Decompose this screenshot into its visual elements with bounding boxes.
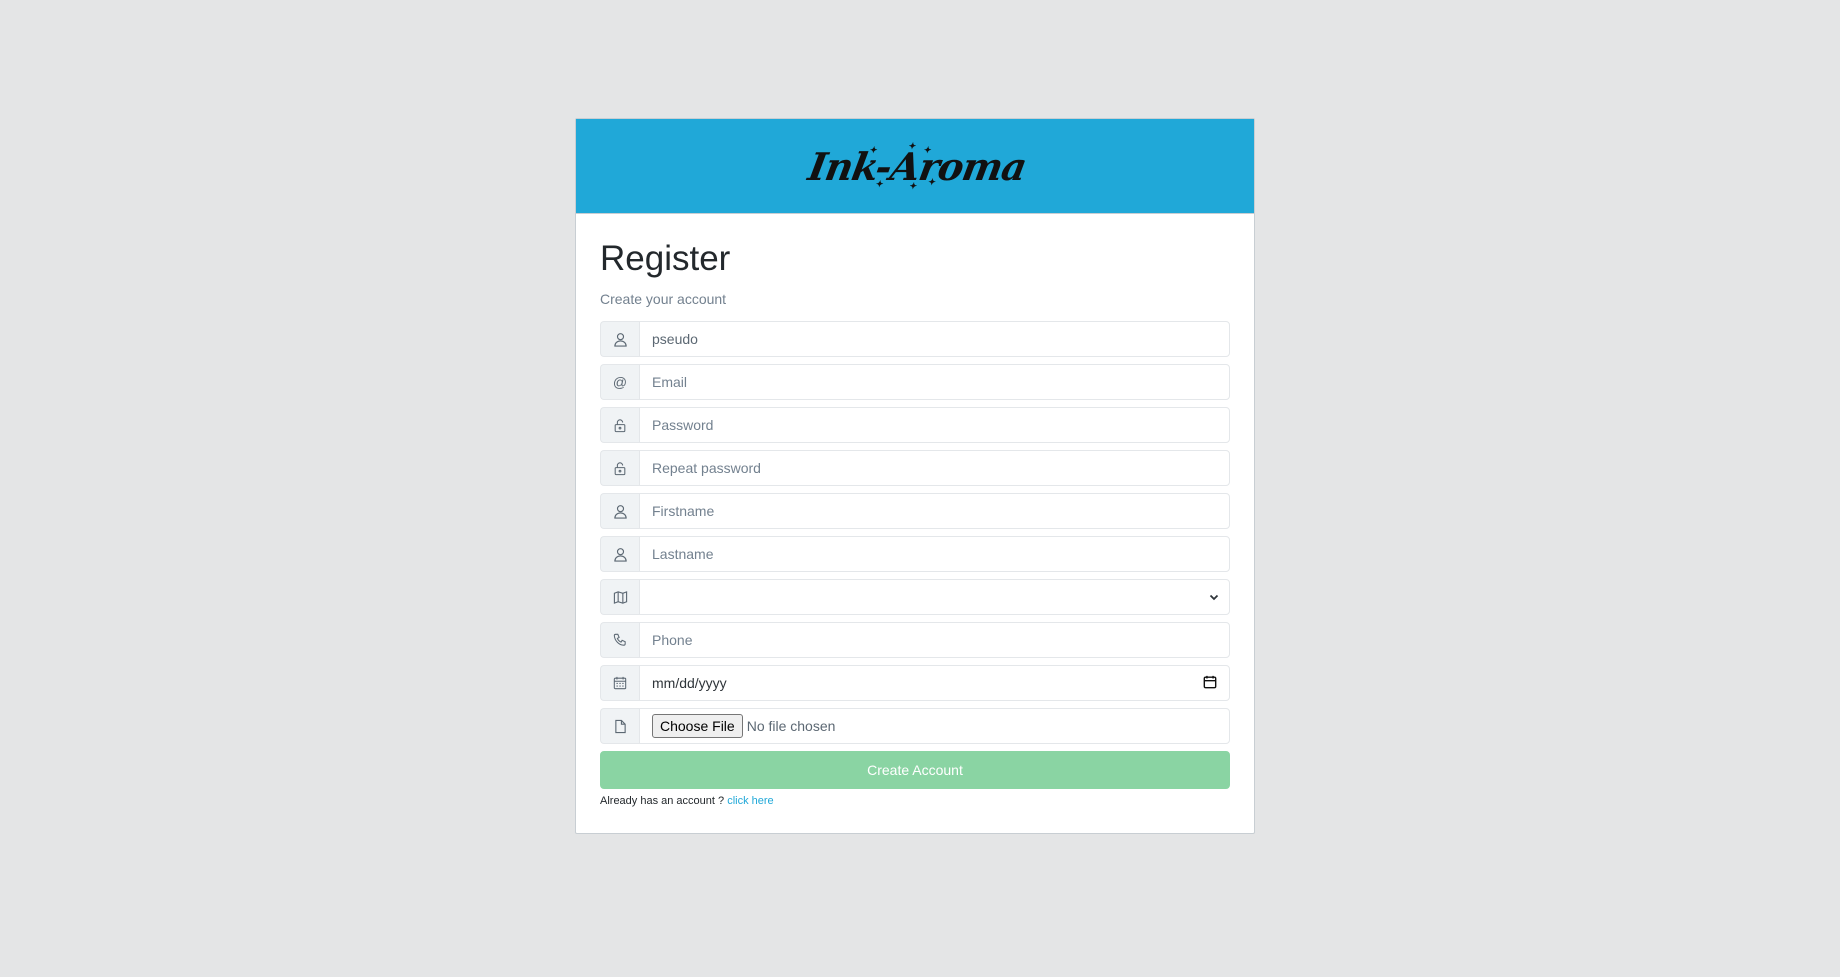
user-icon <box>600 493 639 529</box>
file-input[interactable]: Choose File No file chosen <box>639 708 1230 744</box>
firstname-row: Firstname <box>600 493 1230 529</box>
email-input[interactable]: Email <box>639 364 1230 400</box>
region-row <box>600 579 1230 615</box>
calendar-picker-icon[interactable] <box>1203 675 1217 692</box>
user-icon <box>600 321 639 357</box>
password-row: Password <box>600 407 1230 443</box>
pseudo-row: pseudo <box>600 321 1230 357</box>
page-subtitle: Create your account <box>600 291 727 307</box>
phone-icon <box>600 622 639 658</box>
login-link[interactable]: click here <box>727 795 773 807</box>
birthdate-input[interactable]: mm/dd/yyyy <box>639 665 1230 701</box>
file-icon <box>600 708 639 744</box>
pseudo-input[interactable]: pseudo <box>639 321 1230 357</box>
firstname-input[interactable]: Firstname <box>639 493 1230 529</box>
birthdate-row: mm/dd/yyyy <box>600 665 1230 701</box>
region-select[interactable] <box>639 579 1230 615</box>
calendar-icon <box>600 665 639 701</box>
lastname-row: Lastname <box>600 536 1230 572</box>
chevron-down-icon <box>1209 589 1219 605</box>
card-header: Ink-Aroma ✦ ✦ ✦ ✦ ✦ ✦ <box>576 119 1254 214</box>
lock-icon <box>600 407 639 443</box>
map-icon <box>600 579 639 615</box>
lastname-input[interactable]: Lastname <box>639 536 1230 572</box>
lock-icon <box>600 450 639 486</box>
file-status: No file chosen <box>746 718 836 734</box>
file-row: Choose File No file chosen <box>600 708 1230 744</box>
phone-input[interactable]: Phone <box>639 622 1230 658</box>
choose-file-button[interactable]: Choose File <box>652 714 743 738</box>
password-input[interactable]: Password <box>639 407 1230 443</box>
phone-row: Phone <box>600 622 1230 658</box>
login-prompt: Already has an account ? click here <box>600 795 774 807</box>
user-icon <box>600 536 639 572</box>
register-card: Ink-Aroma ✦ ✦ ✦ ✦ ✦ ✦ Register Create yo… <box>575 118 1255 834</box>
page-title: Register <box>600 239 731 278</box>
create-account-button[interactable]: Create Account <box>600 751 1230 789</box>
at-icon: @ <box>600 364 639 400</box>
brand-logo: Ink-Aroma ✦ ✦ ✦ ✦ ✦ ✦ <box>804 141 1030 192</box>
repeat-password-input[interactable]: Repeat password <box>639 450 1230 486</box>
email-row: @ Email <box>600 364 1230 400</box>
repeat-password-row: Repeat password <box>600 450 1230 486</box>
card-body: Register Create your account pseudo @ Em… <box>576 214 1254 807</box>
